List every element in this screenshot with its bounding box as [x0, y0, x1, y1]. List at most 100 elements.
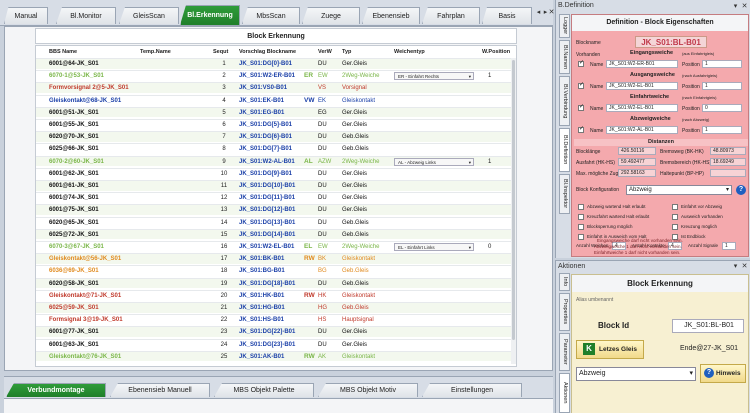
- table-row[interactable]: Gleiskontakt@71-JK_S01 20 JK_S01:HK-B01 RW H…: [36, 289, 516, 301]
- tab-manual[interactable]: Manual: [4, 7, 48, 24]
- tab-basis[interactable]: Basis: [482, 7, 532, 24]
- table-row[interactable]: Gleiskontakt@56-JK_S01 17 JK_S01:BK-B01 RW B…: [36, 253, 516, 264]
- table-row[interactable]: 6020@70-JK_S01 7 JK_S01:DG[6]-B01 DU Geb.Gle…: [36, 131, 516, 142]
- vtab-bl-verbindung[interactable]: Bl.Verbindung: [559, 76, 570, 126]
- wposition-cell[interactable]: 1: [488, 157, 491, 168]
- pin-icon[interactable]: ▾: [731, 262, 740, 271]
- tab-mbs-objekt-palette[interactable]: MBS Objekt Palette: [214, 383, 314, 397]
- table-row[interactable]: 6001@55-JK_S01 6 JK_S01:DG[5]-B01 DU Ger.Gle…: [36, 119, 516, 130]
- tab-einstellungen[interactable]: Einstellungen: [422, 383, 522, 397]
- col-typ[interactable]: Typ: [342, 49, 351, 55]
- einfahrt-name-field[interactable]: JK_S01:W2-EL-B01: [606, 104, 678, 112]
- option-checkbox-7[interactable]: [672, 224, 678, 230]
- option-checkbox-3[interactable]: [578, 224, 584, 230]
- einfahrt-checkbox[interactable]: [578, 103, 584, 111]
- vtab-info[interactable]: Info: [559, 273, 570, 291]
- weichentyp-select[interactable]: EL - Einfahrt Links ▾: [394, 243, 474, 251]
- tab-zuege[interactable]: Zuege: [302, 7, 360, 24]
- close-panel-icon[interactable]: ✕: [740, 2, 749, 11]
- typ-cell: Ger.Gleis: [342, 122, 368, 128]
- weichentyp-select[interactable]: AL - Abzweig Links ▾: [394, 157, 474, 166]
- table-row[interactable]: 6070-3@67-JK_S01 16 JK_S01:W2-EL-B01 EL EW 2W…: [36, 241, 516, 252]
- option-checkbox-5[interactable]: [672, 204, 678, 210]
- table-row[interactable]: 6025@66-JK_S01 8 JK_S01:DG[7]-B01 DU Geb.Gle…: [36, 143, 516, 154]
- weichentyp-select[interactable]: ER - Einfahrt Rechts ▾: [394, 72, 474, 81]
- table-row[interactable]: 6070-2@60-JK_S01 9 JK_S01:W2-AL-B01 AL AZW 2W…: [36, 155, 516, 168]
- table-row[interactable]: 6020@58-JK_S01 19 JK_S01:DG[18]-B01 DU Geb.G…: [36, 277, 516, 289]
- eingang-checkbox[interactable]: [578, 59, 584, 67]
- tab-ebenensieb[interactable]: Ebenensieb: [362, 7, 420, 24]
- table-row[interactable]: 6001@75-JK_S01 13 JK_S01:DG[12]-B01 DU Ger.G…: [36, 204, 516, 215]
- vtab-aktionen[interactable]: Aktionen: [559, 373, 570, 413]
- weichentyp-value: EL - Einfahrt Links: [398, 245, 435, 250]
- col-weichentyp[interactable]: Weichentyp: [394, 49, 425, 55]
- col-wposition[interactable]: W.Position: [482, 49, 510, 55]
- vtab-bl-definition[interactable]: Bl.Definition: [559, 128, 570, 172]
- close-panel-icon[interactable]: ✕: [740, 262, 749, 271]
- option-checkbox-6[interactable]: [672, 214, 678, 220]
- grid-scrollbar[interactable]: [511, 58, 516, 364]
- table-row[interactable]: 6025@72-JK_S01 15 JK_S01:DG[14]-B01 DU Geb.G…: [36, 228, 516, 240]
- ausgang-position-field[interactable]: 1: [702, 82, 742, 90]
- hinweis-button[interactable]: ? Hinweis: [700, 364, 746, 383]
- col-temp-name[interactable]: Temp.Name: [140, 49, 171, 55]
- tab-gleisscan[interactable]: GleisScan: [119, 7, 179, 24]
- abzweig-checkbox[interactable]: [578, 125, 584, 133]
- tab-mbsscan[interactable]: MbsScan: [242, 7, 300, 24]
- tab-verbundmontage[interactable]: Verbundmontage: [6, 383, 106, 397]
- vtab-logger[interactable]: Logger: [559, 14, 570, 38]
- bbs-name-cell: 6020@58-JK_S01: [49, 280, 99, 287]
- option-checkbox-2[interactable]: [578, 214, 584, 220]
- help-icon[interactable]: ?: [736, 185, 746, 195]
- table-row[interactable]: Gleiskontakt@68-JK_S01 4 JK_S01:EK-B01 VW EK…: [36, 94, 516, 106]
- ausgang-name-field[interactable]: JK_S01:W2-EL-B01: [606, 82, 678, 90]
- table-row[interactable]: 6001@63-JK_S01 24 JK_S01:DG[23]-B01 DU Ger.G…: [36, 338, 516, 350]
- seq-cell: 20: [220, 292, 228, 299]
- wposition-cell[interactable]: 0: [488, 242, 491, 253]
- tab-ebenensieb-manuell[interactable]: Ebenensieb Manuell: [110, 383, 210, 397]
- table-row[interactable]: Formsignal 3@19-JK_S01 22 JK_S01:HS-B01 HS H…: [36, 314, 516, 325]
- ausgang-checkbox[interactable]: [578, 81, 584, 89]
- table-row[interactable]: 6036@69-JK_S01 18 JK_S01:BG-B01 BG Geb.Gleis: [36, 265, 516, 276]
- bottom-tab-area: Verbundmontage Ebenensieb Manuell MBS Ob…: [4, 376, 553, 413]
- table-row[interactable]: 6070-1@53-JK_S01 2 JK_S01:W2-ER-B01 ER EW 2We…: [36, 70, 516, 81]
- typ-cell: Geb.Gleis: [342, 146, 369, 153]
- table-row[interactable]: 6025@59-JK_S01 21 JK_S01:HG-B01 HG Geb.Gleis: [36, 302, 516, 313]
- tab-fahrplan[interactable]: Fahrplan: [422, 7, 480, 24]
- vtab-parameter[interactable]: Parameter: [559, 333, 570, 371]
- vtab-bl-namen[interactable]: Bl.Namen: [559, 40, 570, 74]
- col-seq[interactable]: Sequt: [213, 49, 228, 55]
- col-verw[interactable]: VerW: [318, 49, 332, 55]
- tab-mbs-objekt-motiv[interactable]: MBS Objekt Motiv: [318, 383, 418, 397]
- abzweig-name-field[interactable]: JK_S01:W2-AL-B01: [606, 126, 678, 134]
- option-checkbox-4[interactable]: [578, 234, 584, 240]
- col-bbs-name[interactable]: BBS Name: [49, 49, 77, 55]
- abzweig-position-field[interactable]: 1: [702, 126, 742, 134]
- col-vorschlag[interactable]: Vorschlag Blockname: [239, 49, 296, 55]
- table-row[interactable]: 6020@65-JK_S01 14 JK_S01:DG[13]-B01 DU Geb.G…: [36, 216, 516, 228]
- table-row[interactable]: 6001@77-JK_S01 23 JK_S01:DG[22]-B01 DU Ger.G…: [36, 326, 516, 337]
- einfahrt-position-field[interactable]: 0: [702, 104, 742, 112]
- option-checkbox-1[interactable]: [578, 204, 584, 210]
- chevron-down-icon: ▾: [725, 187, 729, 193]
- table-row[interactable]: 6001@64-JK_S01 1 JK_S01:DG[0]-B01 DU Ger.Gle…: [36, 58, 516, 69]
- vtab-bl-inspektor[interactable]: Bl.Inspektor: [559, 174, 570, 214]
- vtab-properties[interactable]: Properties: [559, 293, 570, 331]
- aktion-select[interactable]: Abzweig ▾: [576, 367, 696, 381]
- konfig-select[interactable]: Abzweig ▾: [626, 185, 732, 195]
- table-row[interactable]: Gleiskontakt@76-JK_S01 25 JK_S01:AK-B01 RW A…: [36, 350, 516, 362]
- eingang-position-field[interactable]: 1: [702, 60, 742, 68]
- tab-bl-erkennung[interactable]: Bl.Erkennung: [180, 5, 240, 25]
- grid-scroll-thumb[interactable]: [512, 60, 515, 340]
- table-row[interactable]: 6001@62-JK_S01 10 JK_S01:DG[9]-B01 DU Ger.Gl…: [36, 167, 516, 179]
- wposition-cell[interactable]: 1: [488, 71, 491, 82]
- table-row[interactable]: 6001@74-JK_S01 12 JK_S01:DG[11]-B01 DU Ger.G…: [36, 192, 516, 203]
- eingang-name-field[interactable]: JK_S01:W2-ER-B01: [606, 60, 678, 68]
- pin-icon[interactable]: ▾: [731, 2, 740, 11]
- table-row[interactable]: Formvorsignal 2@5-JK_S01 3 JK_S01:VS0-B01 V…: [36, 82, 516, 93]
- tab-bl-monitor[interactable]: Bl.Monitor: [56, 7, 116, 24]
- vorschlag-cell: JK_S01:DG[7]-B01: [239, 146, 293, 153]
- letzes-gleis-button[interactable]: K Letzes Gleis: [576, 340, 644, 359]
- table-row[interactable]: 6001@61-JK_S01 11 JK_S01:DG[10]-B01 DU Ger.G…: [36, 180, 516, 191]
- table-row[interactable]: 6001@51-JK_S01 5 JK_S01:EG-B01 EG Ger.Gleis: [36, 106, 516, 118]
